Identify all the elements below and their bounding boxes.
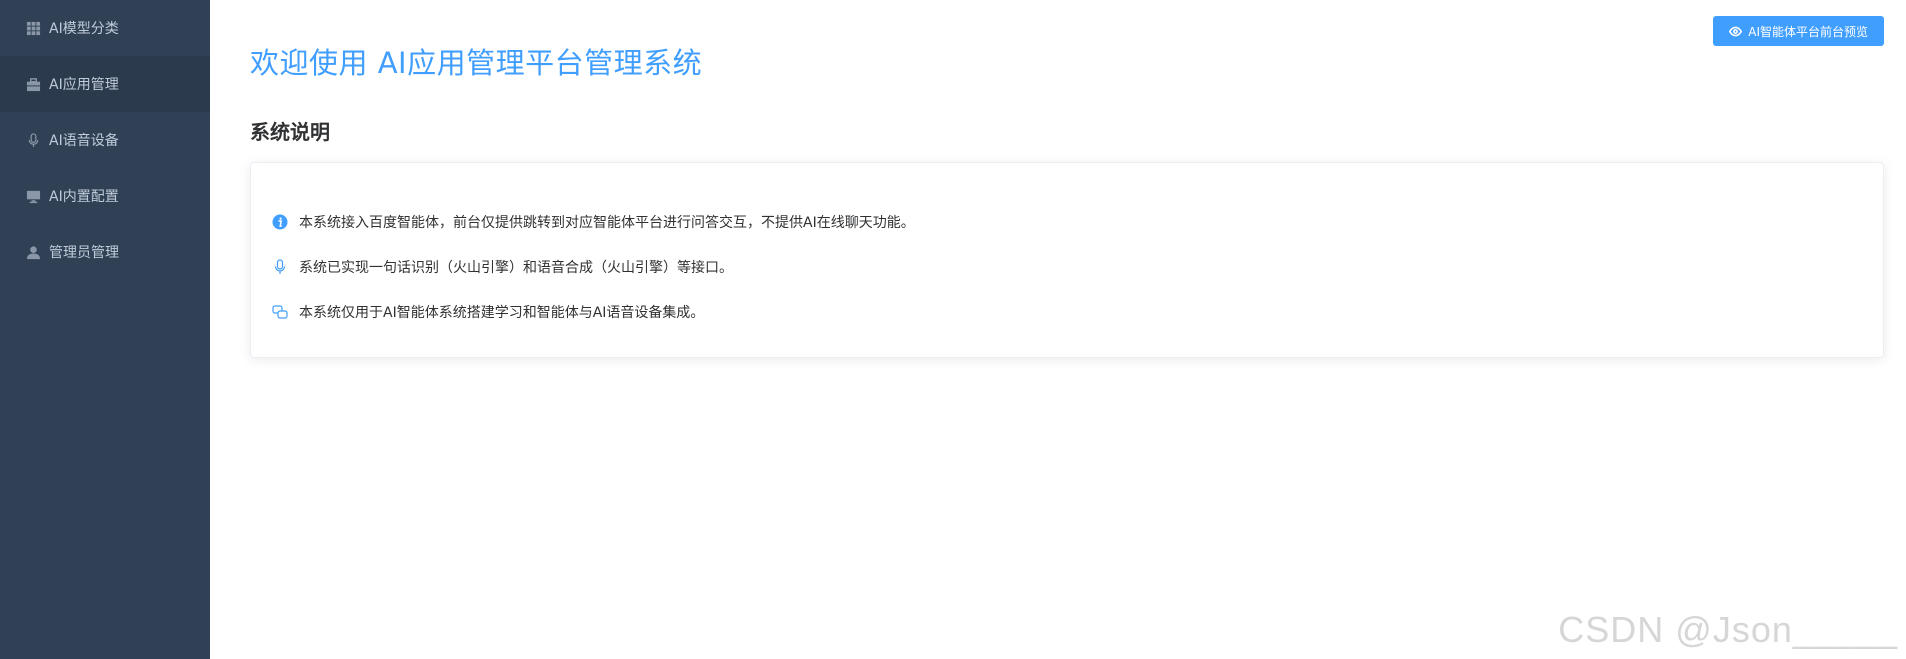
system-description-card: 本系统接入百度智能体，前台仅提供跳转到对应智能体平台进行问答交互，不提供AI在线… — [250, 162, 1884, 358]
sidebar-item-admin-management[interactable]: 管理员管理 — [0, 224, 210, 280]
watermark: CSDN @Json_____ — [1558, 609, 1898, 650]
preview-button-label: AI智能体平台前台预览 — [1748, 24, 1868, 39]
sidebar-item-builtin-config[interactable]: AI内置配置 — [0, 168, 210, 224]
main-content: AI智能体平台前台预览 欢迎使用 AI应用管理平台管理系统 系统说明 本系统接入… — [210, 0, 1906, 659]
grid-icon — [25, 20, 41, 36]
info-line: 本系统接入百度智能体，前台仅提供跳转到对应智能体平台进行问答交互，不提供AI在线… — [271, 211, 1863, 233]
sidebar-item-label: AI内置配置 — [49, 189, 119, 205]
info-line-text: 本系统接入百度智能体，前台仅提供跳转到对应智能体平台进行问答交互，不提供AI在线… — [299, 215, 915, 231]
user-icon — [25, 244, 41, 260]
sidebar-item-model-category[interactable]: AI模型分类 — [0, 0, 210, 56]
microphone-icon — [271, 258, 289, 276]
info-line-text: 系统已实现一句话识别（火山引擎）和语音合成（火山引擎）等接口。 — [299, 260, 733, 276]
microphone-icon — [25, 132, 41, 148]
sidebar-item-voice-device[interactable]: AI语音设备 — [0, 112, 210, 168]
info-line: 系统已实现一句话识别（火山引擎）和语音合成（火山引擎）等接口。 — [271, 256, 1863, 278]
sidebar-item-label: AI模型分类 — [49, 21, 119, 37]
info-line-text: 本系统仅用于AI智能体系统搭建学习和智能体与AI语音设备集成。 — [299, 305, 705, 321]
sidebar-item-label: AI应用管理 — [49, 77, 119, 93]
info-circle-icon — [271, 213, 289, 231]
info-line: 本系统仅用于AI智能体系统搭建学习和智能体与AI语音设备集成。 — [271, 301, 1863, 323]
sidebar-item-label: AI语音设备 — [49, 133, 119, 149]
briefcase-icon — [25, 76, 41, 92]
section-title: 系统说明 — [250, 120, 330, 144]
frontend-preview-button[interactable]: AI智能体平台前台预览 — [1713, 16, 1884, 46]
sidebar: AI模型分类 AI应用管理 AI语音设备 AI内置配置 管理员管理 — [0, 0, 210, 659]
sidebar-item-label: 管理员管理 — [49, 245, 119, 261]
page-title: 欢迎使用 AI应用管理平台管理系统 — [250, 46, 703, 80]
eye-icon — [1729, 26, 1743, 36]
chat-icon — [271, 303, 289, 321]
app-root: AI模型分类 AI应用管理 AI语音设备 AI内置配置 管理员管理 AI智能体平… — [0, 0, 1906, 659]
monitor-icon — [25, 188, 41, 204]
sidebar-item-app-management[interactable]: AI应用管理 — [0, 56, 210, 112]
